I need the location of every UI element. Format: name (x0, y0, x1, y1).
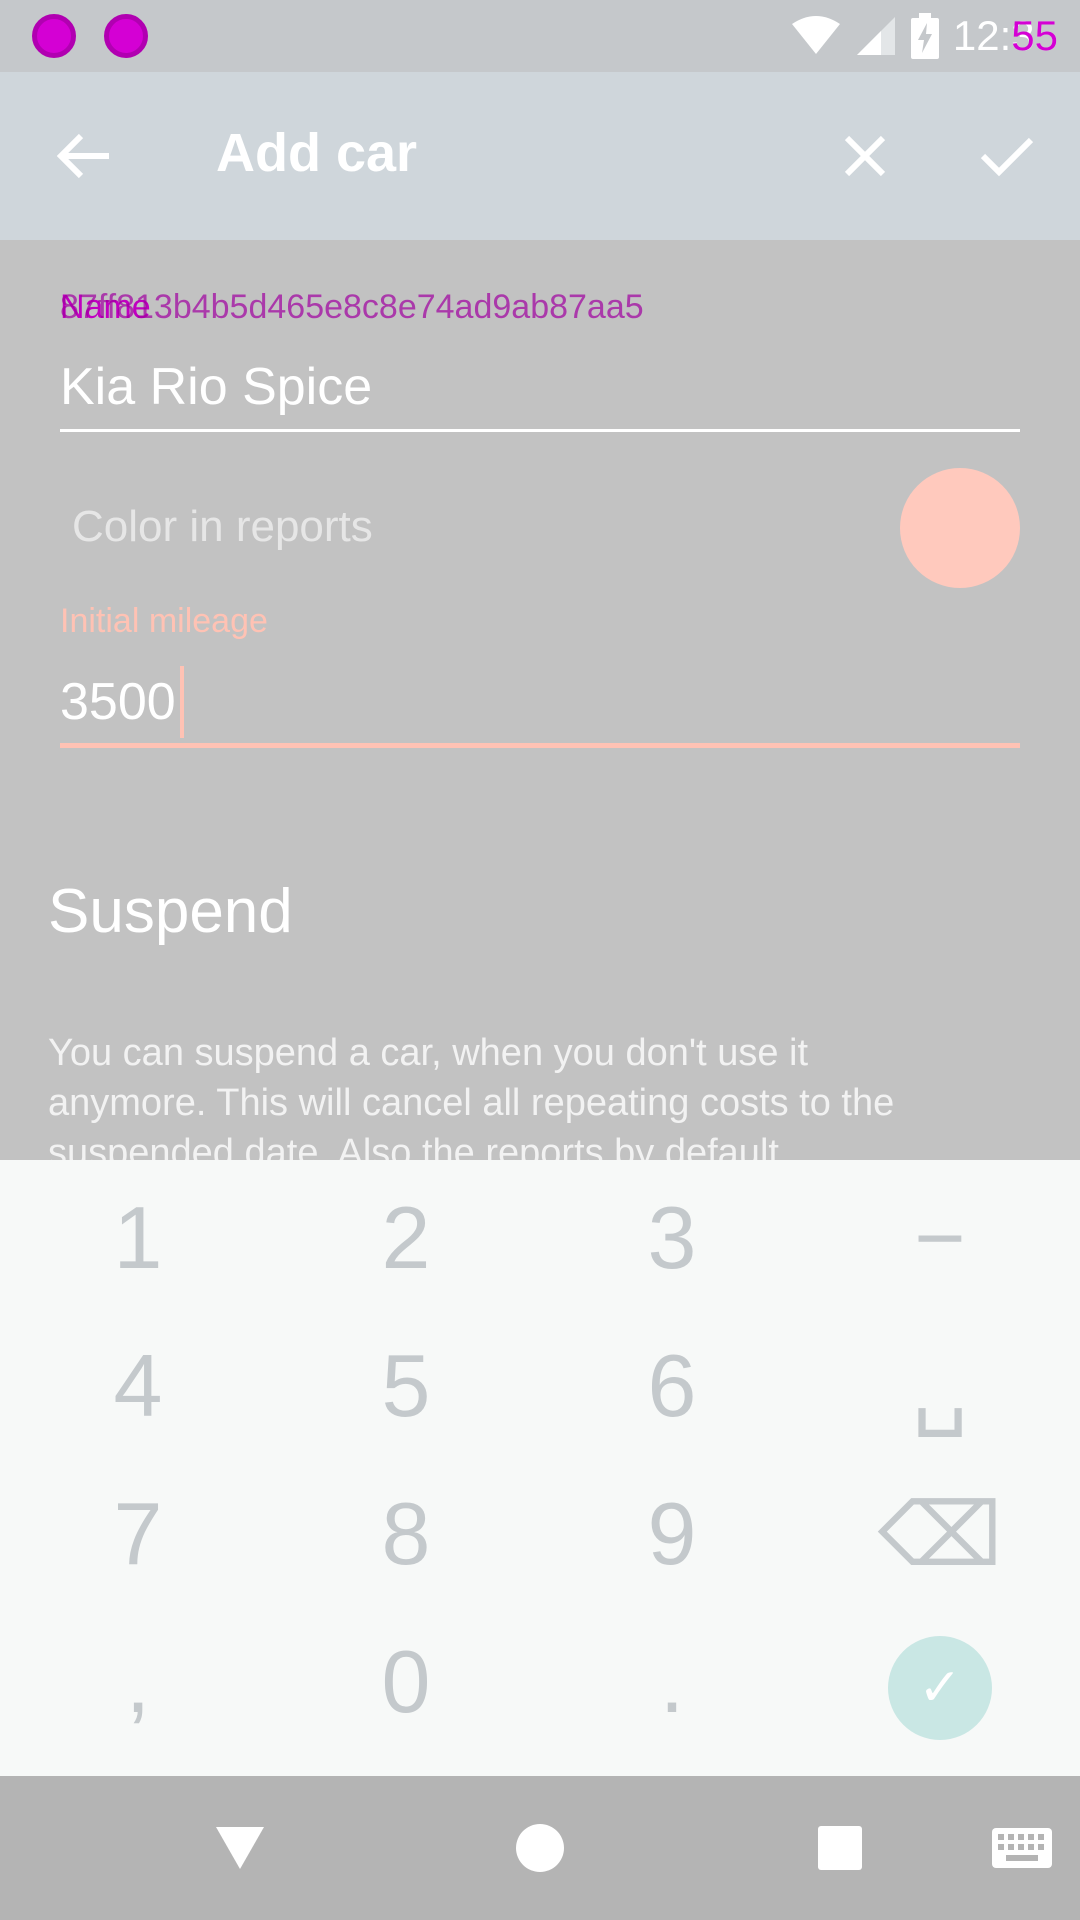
notification-icon (32, 14, 76, 58)
key-8[interactable]: 8 (306, 1464, 506, 1604)
back-arrow-icon (57, 133, 109, 179)
app-bar: Add car (0, 72, 1080, 240)
battery-charging-icon (910, 13, 939, 59)
save-button[interactable] (962, 116, 1052, 196)
mileage-value: 3500 (60, 672, 176, 731)
page-title: Add car (216, 123, 418, 183)
key-backspace[interactable]: ⌫ (840, 1464, 1040, 1604)
key-comma[interactable]: , (38, 1612, 238, 1752)
add-car-form: Name 87ff813b4b5d465e8c8e74ad9ab87aa5 Ki… (0, 240, 1080, 1160)
initial-mileage-input[interactable]: 3500 (60, 660, 1020, 748)
name-field-label: Name 87ff813b4b5d465e8c8e74ad9ab87aa5 (60, 288, 644, 326)
suspend-section-description: You can suspend a car, when you don't us… (48, 1032, 895, 1160)
name-label-overlay: 87ff813b4b5d465e8c8e74ad9ab87aa5 (60, 288, 644, 326)
check-icon (980, 137, 1034, 177)
key-space[interactable]: ␣ (840, 1316, 1040, 1456)
name-input[interactable]: Kia Rio Spice (60, 352, 1020, 432)
key-2[interactable]: 2 (306, 1168, 506, 1308)
status-bar: 12:35 55 (0, 0, 1080, 72)
suspend-section-title: Suspend (48, 877, 293, 946)
check-icon: ✓ (918, 1658, 962, 1718)
back-button[interactable] (40, 116, 130, 196)
key-7[interactable]: 7 (38, 1464, 238, 1604)
status-time-overlay: 55 (1011, 12, 1058, 59)
numeric-keypad: 1 2 3 − 4 5 6 ␣ 7 8 9 ⌫ , 0 . ✓ (0, 1160, 1080, 1776)
home-circle-icon (516, 1824, 564, 1872)
keyboard-switch-button[interactable] (980, 1808, 1064, 1888)
close-button[interactable] (820, 116, 910, 196)
keypad-done-button[interactable]: ✓ (888, 1636, 992, 1740)
notification-icon (104, 14, 148, 58)
status-time: 12:35 55 (952, 12, 1058, 59)
wifi-icon (791, 16, 841, 56)
nav-back-button[interactable] (200, 1808, 280, 1888)
key-1[interactable]: 1 (38, 1168, 238, 1308)
nav-recents-button[interactable] (800, 1808, 880, 1888)
nav-home-button[interactable] (500, 1808, 580, 1888)
key-3[interactable]: 3 (572, 1168, 772, 1308)
text-caret (179, 665, 184, 738)
status-icons: 12:35 55 (791, 8, 1058, 64)
key-9[interactable]: 9 (572, 1464, 772, 1604)
key-minus[interactable]: − (840, 1168, 1040, 1308)
recents-square-icon (818, 1826, 862, 1870)
close-icon (844, 135, 886, 177)
key-4[interactable]: 4 (38, 1316, 238, 1456)
initial-mileage-label: Initial mileage (60, 602, 268, 640)
color-picker-swatch[interactable] (900, 468, 1020, 588)
color-in-reports-label: Color in reports (72, 502, 373, 551)
key-6[interactable]: 6 (572, 1316, 772, 1456)
key-0[interactable]: 0 (306, 1612, 506, 1752)
signal-icon (855, 15, 897, 57)
keyboard-icon (992, 1828, 1052, 1868)
system-navigation-bar (0, 1776, 1080, 1920)
back-triangle-icon (216, 1827, 264, 1869)
key-5[interactable]: 5 (306, 1316, 506, 1456)
key-period[interactable]: . (572, 1612, 772, 1752)
